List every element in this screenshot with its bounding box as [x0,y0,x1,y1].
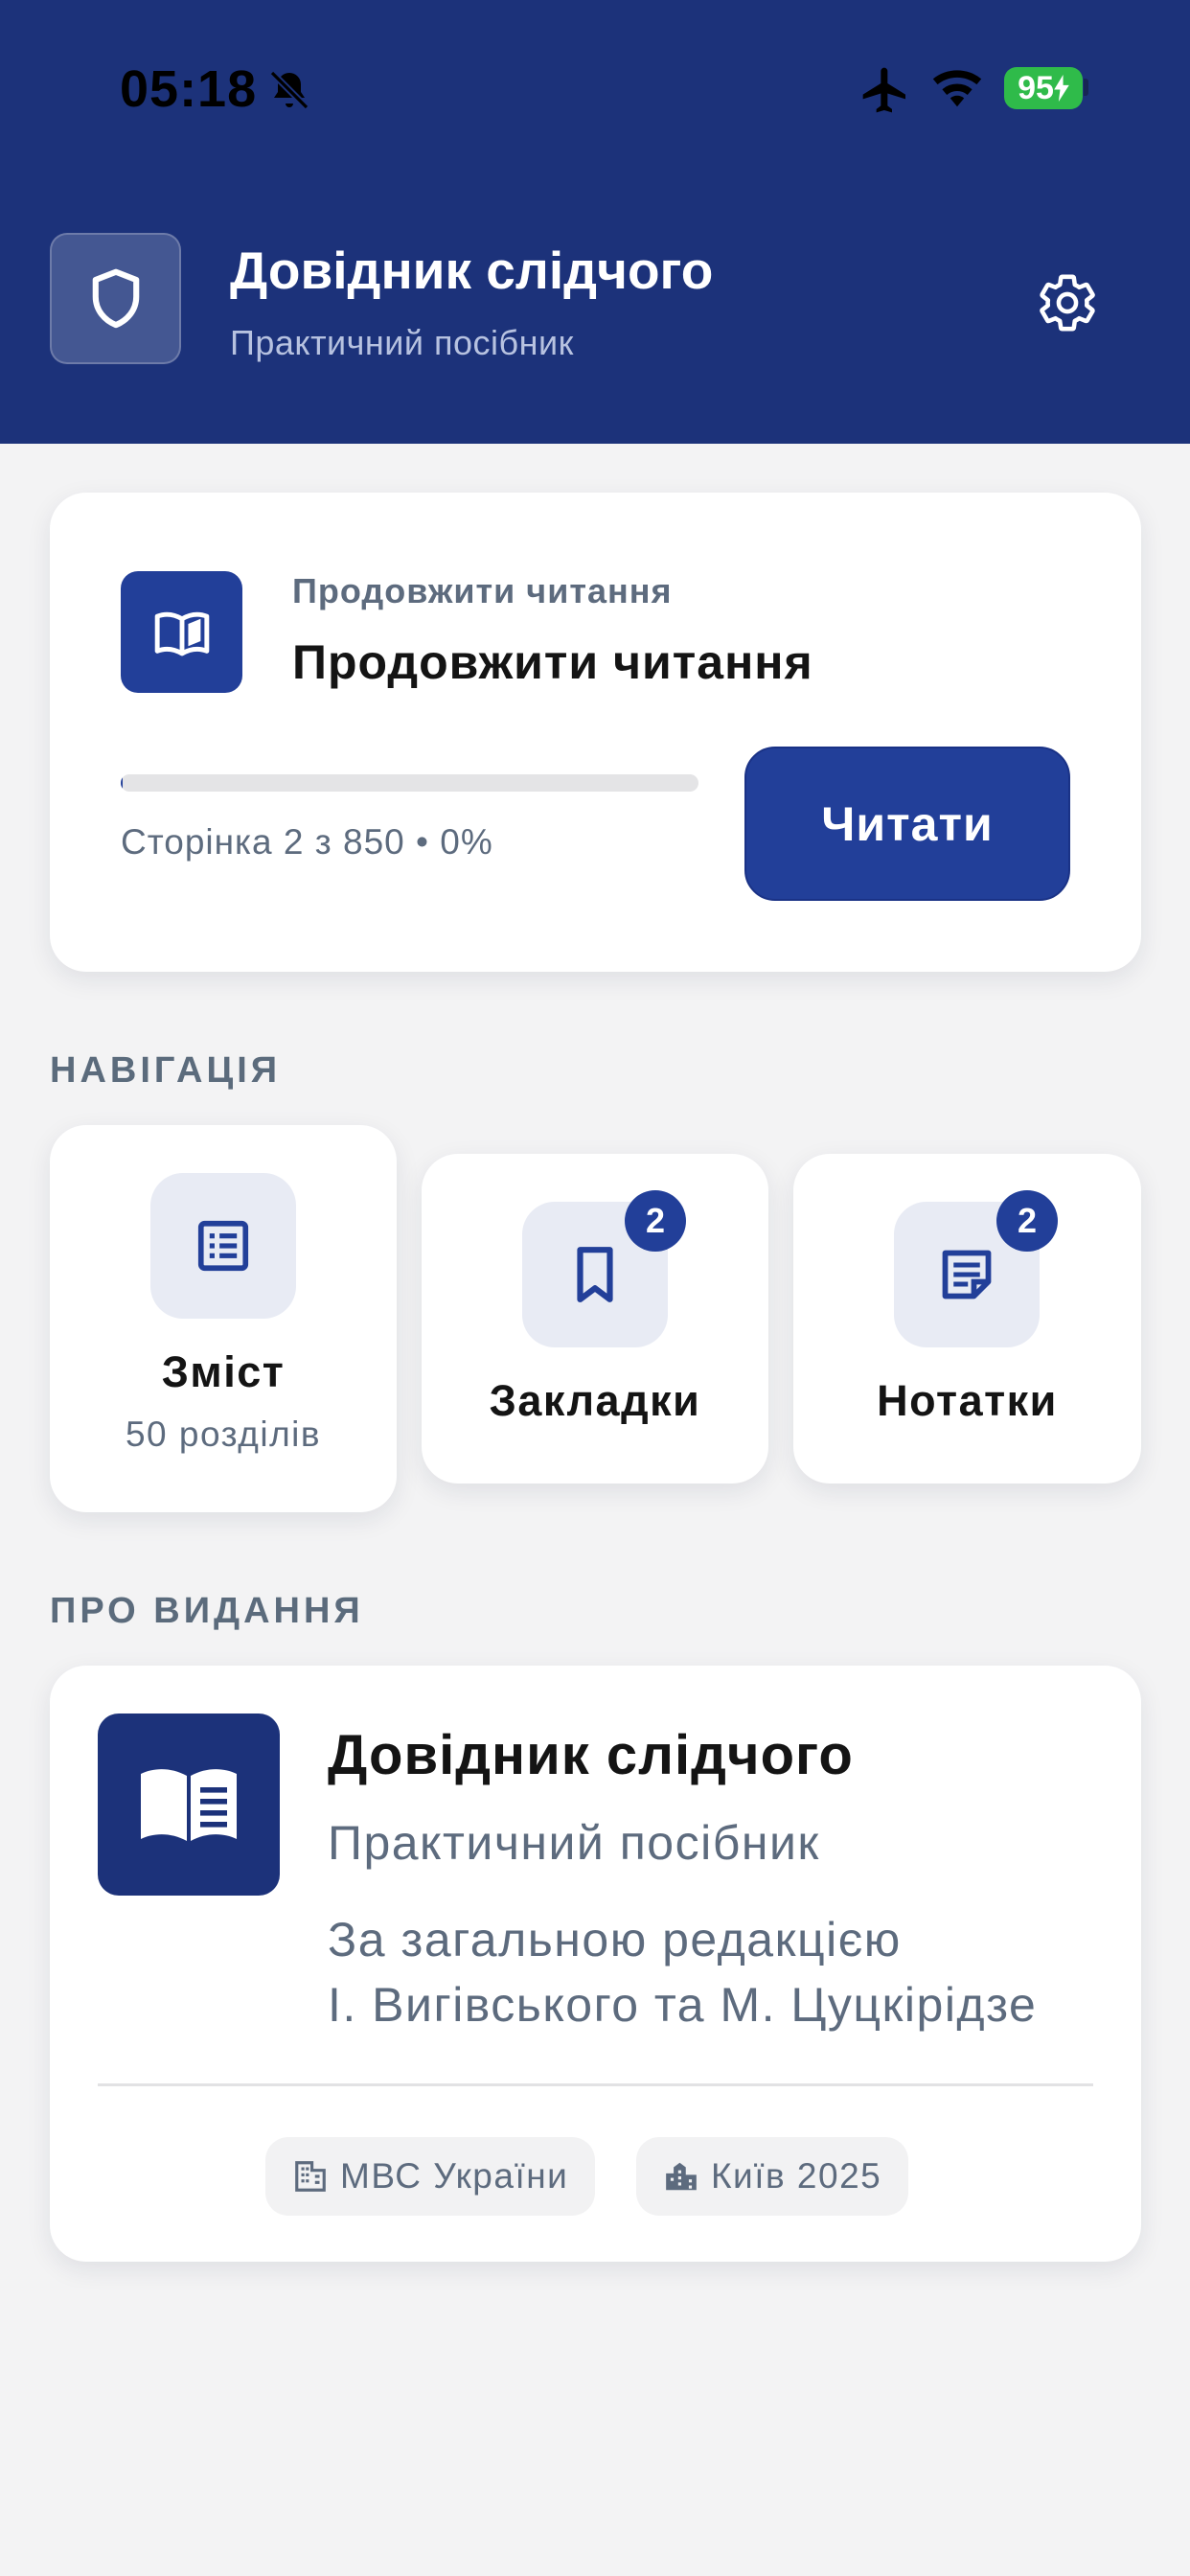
city-year-chip: Київ 2025 [636,2137,909,2216]
nav-label-bookmarks: Закладки [489,1376,701,1425]
status-time: 05:18 [120,60,258,118]
reading-progress-fill [121,774,124,792]
about-section-label: ПРО ВИДАННЯ [50,1591,364,1631]
reading-progress-bar [121,774,698,792]
divider [98,2083,1093,2086]
open-book-icon [154,611,209,656]
publisher-chip: МВС України [265,2137,596,2216]
continue-title: Продовжити читання [292,635,813,689]
read-button[interactable]: Читати [744,747,1070,901]
publication-editors: За загальною редакцією І. Вигівського та… [328,1907,1037,2037]
note-icon [942,1250,992,1300]
airplane-icon [862,67,905,113]
app-subtitle: Практичний посібник [230,323,574,362]
publication-subtitle: Практичний посібник [328,1816,820,1870]
gear-icon [1040,274,1095,332]
battery-charging-icon [1054,75,1069,102]
nav-label-contents: Зміст [161,1347,286,1396]
battery-indicator: 95 [1004,67,1083,109]
continue-reading-card[interactable]: Продовжити читання Продовжити читання Ст… [50,493,1141,972]
continue-kicker: Продовжити читання [292,571,673,610]
book-tile [121,571,242,693]
battery-cap [1084,79,1088,96]
nav-card-notes[interactable]: 2 Нотатки [793,1154,1141,1484]
about-card: Довідник слідчого Практичний посібник За… [50,1666,1141,2262]
app-title: Довідник слідчого [230,241,714,300]
reading-progress-text: Сторінка 2 з 850 • 0% [121,822,493,862]
nav-card-bookmarks[interactable]: 2 Закладки [422,1154,768,1484]
nav-sub-contents: 50 розділів [125,1414,322,1454]
wifi-icon [932,70,982,107]
city-icon [666,2162,697,2191]
shield-icon [92,268,139,328]
navigation-section-label: НАВІГАЦІЯ [50,1050,282,1091]
nav-label-notes: Нотатки [877,1376,1058,1425]
bell-slash-icon [269,70,309,110]
publication-title: Довідник слідчого [328,1724,854,1786]
list-icon [197,1220,249,1272]
app-header: 05:18 95 Довідник слідчого Практичний по… [0,0,1190,444]
book-icon [141,1769,237,1841]
battery-level: 95 [1018,69,1054,106]
city-year-label: Київ 2025 [711,2156,882,2196]
editor-line-1: За загальною редакцією [328,1913,902,1966]
contents-icon-box [150,1173,296,1319]
nav-card-contents[interactable]: Зміст 50 розділів [50,1125,397,1512]
notes-count-badge: 2 [996,1190,1058,1252]
publisher-label: МВС України [340,2156,569,2196]
publication-cover [98,1714,280,1896]
building-icon [295,2161,326,2192]
app-logo [50,233,181,364]
bookmark-icon [577,1247,613,1302]
editor-line-2: І. Вигівського та М. Цуцкірідзе [328,1978,1038,2032]
settings-button[interactable] [1031,266,1104,339]
bookmarks-count-badge: 2 [625,1190,686,1252]
